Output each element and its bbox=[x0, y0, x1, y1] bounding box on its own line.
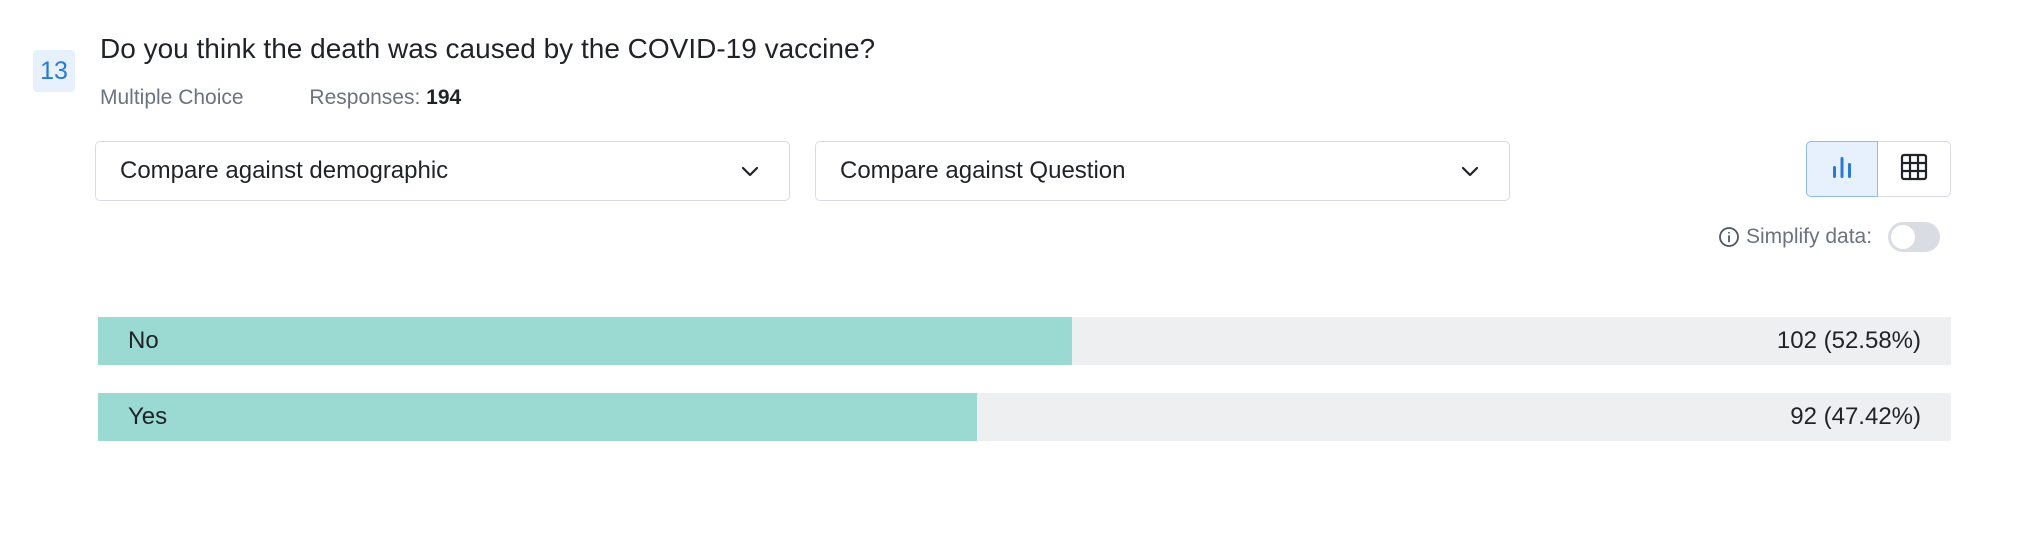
responses-summary: Responses: 194 bbox=[309, 86, 461, 109]
compare-demographic-label: Compare against demographic bbox=[120, 157, 449, 184]
toggle-knob bbox=[1891, 225, 1916, 249]
bar-row-no: No 102 (52.58%) bbox=[98, 317, 1951, 365]
question-number-badge: 13 bbox=[33, 50, 75, 92]
simplify-data-toggle[interactable] bbox=[1888, 222, 1941, 252]
chevron-down-icon bbox=[739, 160, 761, 182]
bar-chart-icon bbox=[1827, 152, 1857, 187]
bar-category-label: No bbox=[128, 327, 159, 354]
question-type: Multiple Choice bbox=[100, 86, 244, 109]
bar-value-label: 92 (47.42%) bbox=[1790, 403, 1921, 430]
info-icon bbox=[1718, 226, 1740, 248]
simplify-data: Simplify data: bbox=[1718, 222, 1941, 252]
bar-fill bbox=[98, 317, 1073, 365]
bar-value-label: 102 (52.58%) bbox=[1776, 327, 1921, 354]
chart-view-button[interactable] bbox=[1806, 141, 1878, 197]
bar-category-label: Yes bbox=[128, 403, 168, 430]
simplify-data-label: Simplify data: bbox=[1746, 225, 1873, 248]
compare-demographic-dropdown[interactable]: Compare against demographic bbox=[95, 141, 790, 201]
bar-row-yes: Yes 92 (47.42%) bbox=[98, 393, 1951, 441]
question-title: Do you think the death was caused by the… bbox=[100, 33, 876, 64]
table-view-button[interactable] bbox=[1878, 141, 1951, 197]
view-toggle bbox=[1806, 141, 1951, 197]
table-grid-icon bbox=[1899, 152, 1929, 187]
compare-question-label: Compare against Question bbox=[840, 157, 1126, 184]
chevron-down-icon bbox=[1459, 160, 1481, 182]
bar-fill bbox=[98, 393, 977, 441]
compare-question-dropdown[interactable]: Compare against Question bbox=[815, 141, 1510, 201]
question-meta: Multiple Choice Responses: 194 bbox=[100, 86, 461, 110]
responses-count: 194 bbox=[426, 86, 462, 109]
responses-label: Responses: bbox=[309, 86, 421, 109]
